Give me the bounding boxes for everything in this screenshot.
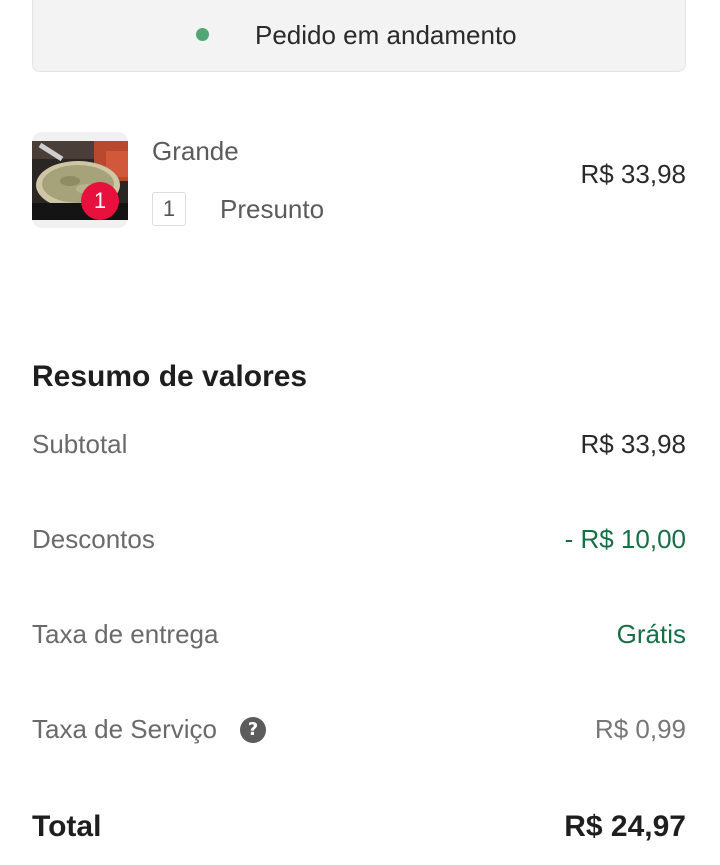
total-value: R$ 24,97: [564, 810, 686, 843]
item-thumbnail: 1: [32, 132, 128, 228]
discount-label: Descontos: [32, 524, 155, 554]
total-label: Total: [32, 810, 102, 843]
item-price: R$ 33,98: [580, 159, 686, 189]
question-icon[interactable]: ?: [240, 717, 266, 743]
item-size: Grande: [152, 136, 239, 166]
summary-title: Resumo de valores: [32, 360, 308, 393]
delivery-fee-value: Grátis: [616, 619, 686, 649]
item-quantity-badge: 1: [81, 182, 119, 220]
service-fee-value: R$ 0,99: [594, 714, 686, 744]
service-fee-label: Taxa de Serviço: [32, 714, 217, 744]
subtotal-label: Subtotal: [32, 429, 128, 459]
addon-quantity: 1: [152, 192, 186, 226]
discount-value: - R$ 10,00: [564, 524, 686, 554]
status-indicator-dot: [196, 28, 209, 41]
order-status-text: Pedido em andamento: [255, 20, 517, 50]
delivery-fee-label: Taxa de entrega: [32, 619, 219, 649]
order-status-banner: Pedido em andamento: [32, 0, 686, 72]
addon-name: Presunto: [220, 194, 325, 224]
subtotal-value: R$ 33,98: [580, 429, 686, 459]
